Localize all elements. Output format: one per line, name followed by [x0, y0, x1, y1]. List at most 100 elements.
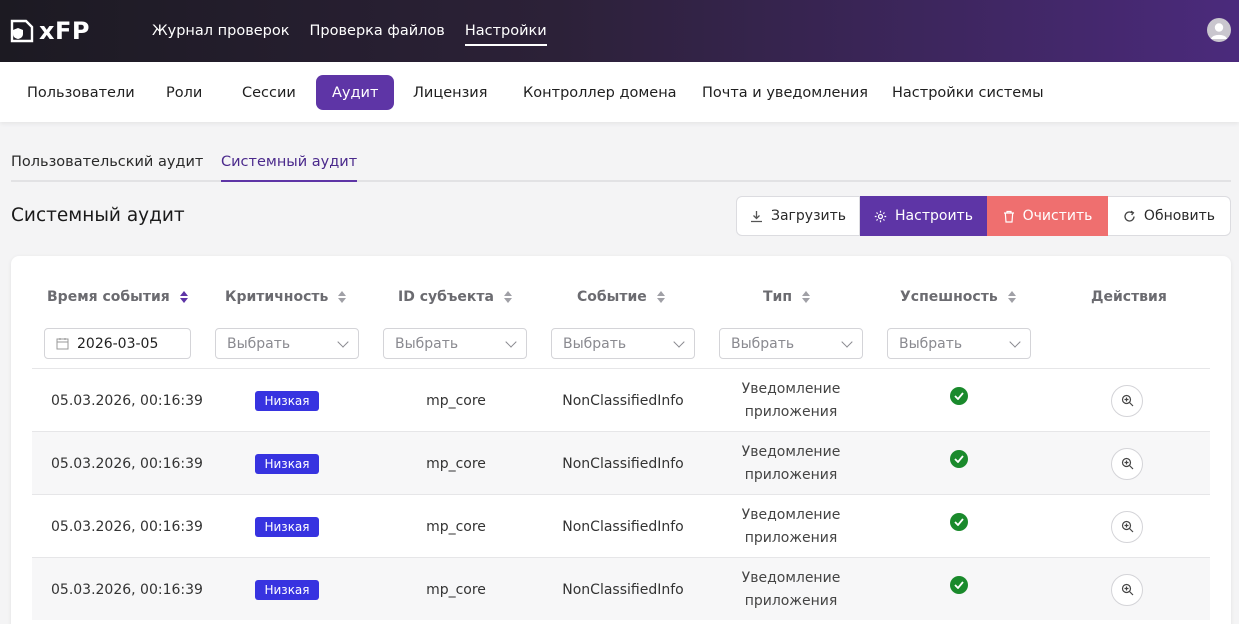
check-circle-icon	[950, 387, 968, 405]
chevron-down-icon	[841, 336, 853, 348]
col-header-event[interactable]: Событие	[577, 289, 665, 305]
col-header-subject-id[interactable]: ID субъекта	[398, 289, 512, 305]
user-avatar-icon[interactable]	[1207, 18, 1231, 42]
logo-text: xFP	[39, 17, 90, 45]
sort-icon[interactable]	[338, 291, 347, 303]
sort-icon[interactable]	[656, 291, 665, 303]
cell-subject: mp_core	[426, 455, 486, 472]
type-line-2: приложения	[744, 592, 838, 609]
zoom-in-icon[interactable]	[1111, 447, 1143, 480]
type-line-1: Уведомление	[741, 506, 841, 523]
severity-filter-select[interactable]: Выбрать	[215, 328, 359, 359]
type-line-1: Уведомление	[741, 443, 841, 460]
date-filter[interactable]: 2026-03-05	[44, 328, 191, 359]
type-line-2: приложения	[744, 529, 838, 546]
shield-logo-icon	[10, 19, 34, 43]
chevron-down-icon	[1009, 336, 1021, 348]
severity-badge: Низкая	[255, 453, 319, 474]
clear-label: Очистить	[1022, 208, 1093, 224]
sort-icon[interactable]	[1007, 291, 1016, 303]
col-label-subject-id: ID субъекта	[398, 289, 494, 305]
zoom-in-icon[interactable]	[1111, 510, 1143, 543]
table-row[interactable]: 05.03.2026, 00:16:39 Низкая mp_core NonC…	[32, 494, 1210, 557]
chevron-down-icon	[673, 336, 685, 348]
nav-settings[interactable]: Настройки	[464, 0, 547, 62]
subnav-users[interactable]: Пользователи	[27, 75, 135, 110]
calendar-icon	[56, 338, 69, 350]
cell-time: 05.03.2026, 00:16:39	[51, 581, 203, 598]
check-circle-icon	[950, 576, 968, 594]
configure-button[interactable]: Настроить	[860, 196, 987, 236]
chevron-down-icon	[505, 336, 517, 348]
action-buttons: Загрузить Настроить Очистить Обновить	[736, 196, 1231, 236]
cell-time: 05.03.2026, 00:16:39	[51, 392, 203, 409]
table-row[interactable]: 05.03.2026, 00:16:39 Низкая mp_core NonC…	[32, 431, 1210, 494]
event-filter-select[interactable]: Выбрать	[551, 328, 695, 359]
sort-icon[interactable]	[802, 291, 811, 303]
cell-type: Уведомление приложения	[731, 495, 851, 558]
table-row[interactable]: 05.03.2026, 00:16:39 Низкая mp_core NonC…	[32, 557, 1210, 620]
download-button[interactable]: Загрузить	[736, 196, 860, 236]
subnav-audit[interactable]: Аудит	[316, 75, 395, 110]
download-label: Загрузить	[770, 208, 847, 224]
cell-severity: Низкая	[232, 495, 342, 558]
zoom-in-icon[interactable]	[1111, 384, 1143, 417]
top-bar: xFP Журнал проверок Проверка файлов Наст…	[0, 0, 1239, 62]
clear-button[interactable]: Очистить	[987, 196, 1108, 236]
subnav-system-settings[interactable]: Настройки системы	[892, 75, 1044, 110]
cell-event: NonClassifiedInfo	[562, 455, 684, 472]
subject-filter-select[interactable]: Выбрать	[383, 328, 527, 359]
cell-success	[939, 558, 979, 621]
subnav-license[interactable]: Лицензия	[413, 75, 487, 110]
severity-badge: Низкая	[255, 516, 319, 537]
nav-check-journal[interactable]: Журнал проверок	[152, 0, 290, 62]
col-label-event: Событие	[577, 289, 647, 305]
subnav-domain-controller[interactable]: Контроллер домена	[523, 75, 677, 110]
subnav-sessions[interactable]: Сессии	[242, 75, 296, 110]
sort-icon[interactable]	[179, 291, 188, 303]
subnav-mail-notifications[interactable]: Почта и уведомления	[702, 75, 868, 110]
subnav-roles[interactable]: Роли	[166, 75, 202, 110]
main-nav: Журнал проверок Проверка файлов Настройк…	[152, 0, 547, 62]
type-line-2: приложения	[744, 403, 838, 420]
app-logo[interactable]: xFP	[10, 17, 90, 45]
severity-badge: Низкая	[255, 579, 319, 600]
col-header-success[interactable]: Успешность	[900, 289, 1016, 305]
cell-time: 05.03.2026, 00:16:39	[51, 518, 203, 535]
event-filter-placeholder: Выбрать	[563, 335, 627, 352]
type-filter-select[interactable]: Выбрать	[719, 328, 863, 359]
refresh-button[interactable]: Обновить	[1108, 196, 1231, 236]
type-line-1: Уведомление	[741, 380, 841, 397]
audit-table: Время события Критичность ID субъекта Со…	[11, 256, 1231, 624]
cell-severity: Низкая	[232, 369, 342, 432]
cell-success	[939, 432, 979, 495]
settings-nav: Пользователи Роли Сессии Аудит Лицензия …	[0, 62, 1239, 122]
col-header-actions: Действия	[1091, 289, 1167, 305]
col-label-actions: Действия	[1091, 289, 1167, 305]
cell-actions	[1107, 369, 1147, 432]
success-filter-placeholder: Выбрать	[899, 335, 963, 352]
nav-file-check[interactable]: Проверка файлов	[310, 0, 445, 62]
cell-event: NonClassifiedInfo	[562, 581, 684, 598]
check-circle-icon	[950, 513, 968, 531]
table-row[interactable]: 05.03.2026, 00:16:39 Низкая mp_core NonC…	[32, 368, 1210, 431]
cell-time: 05.03.2026, 00:16:39	[51, 455, 203, 472]
cell-severity: Низкая	[232, 558, 342, 621]
cell-actions	[1107, 432, 1147, 495]
cell-type: Уведомление приложения	[731, 558, 851, 621]
date-filter-value: 2026-03-05	[77, 335, 159, 352]
tab-system-audit[interactable]: Системный аудит	[221, 154, 358, 182]
sort-icon[interactable]	[503, 291, 512, 303]
col-label-time: Время события	[47, 289, 170, 305]
success-filter-select[interactable]: Выбрать	[887, 328, 1031, 359]
zoom-in-icon[interactable]	[1111, 573, 1143, 606]
refresh-icon	[1124, 210, 1135, 222]
col-header-severity[interactable]: Критичность	[225, 289, 347, 305]
type-line-1: Уведомление	[741, 569, 841, 586]
cell-actions	[1107, 495, 1147, 558]
col-header-time[interactable]: Время события	[47, 289, 188, 305]
col-header-type[interactable]: Тип	[763, 289, 811, 305]
tab-user-audit[interactable]: Пользовательский аудит	[11, 154, 203, 182]
page-title: Системный аудит	[11, 205, 185, 226]
check-circle-icon	[950, 450, 968, 468]
